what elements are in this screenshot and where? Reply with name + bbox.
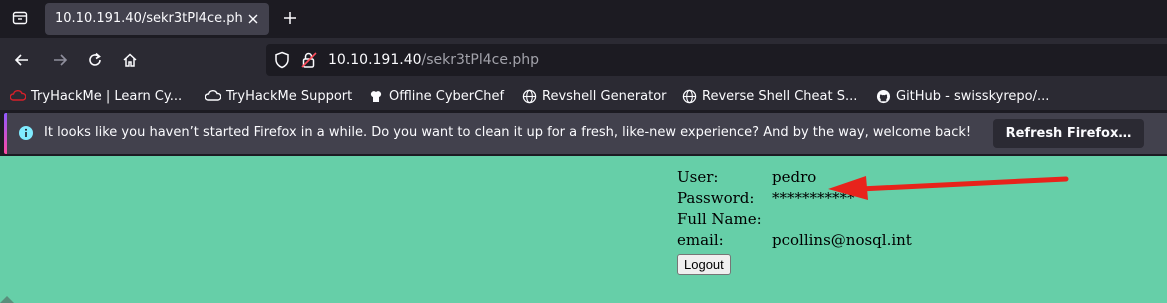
bookmark-label: TryHackMe | Learn Cy... [31,88,183,104]
close-icon[interactable] [245,11,261,27]
tab-title: 10.10.191.40/sekr3tPl4ce.php [55,11,243,26]
email-value: pcollins@nosql.int [772,231,912,249]
refresh-firefox-button[interactable]: Refresh Firefox… [993,119,1144,148]
navigation-bar: 10.10.191.40/sekr3tPl4ce.php [0,38,1167,82]
annotation-arrow-icon [828,176,1069,200]
info-icon [18,125,34,145]
bookmark-reverse-shell-cheat-sheet[interactable]: Reverse Shell Cheat S... [681,86,857,106]
new-tab-icon[interactable] [280,8,300,28]
globe-icon [521,88,537,104]
bookmark-label: GitHub - swisskyrepo/... [896,88,1050,104]
bookmark-label: Reverse Shell Cheat S... [702,88,858,104]
logout-button[interactable]: Logout [677,254,731,275]
tryhackme-icon [10,88,26,104]
fullname-label: Full Name: [677,210,762,228]
fullname-row: Full Name: [677,210,912,231]
page-content: User: pedro Password: *********** Full N… [0,156,1167,303]
chef-icon [368,88,384,104]
bookmark-tryhackme[interactable]: TryHackMe | Learn Cy... [10,86,182,106]
url-host: 10.10.191.40 [328,52,422,68]
bookmark-label: TryHackMe Support [226,88,353,104]
bookmark-cyberchef[interactable]: Offline CyberChef [368,86,504,106]
back-icon[interactable] [10,48,34,72]
bookmark-label: Revshell Generator [542,88,667,104]
url-text[interactable]: 10.10.191.40/sekr3tPl4ce.php [328,52,539,68]
home-icon[interactable] [118,48,142,72]
insecure-lock-icon[interactable] [300,51,318,73]
page-corner-decoration [0,296,14,303]
bookmark-tryhackme-support[interactable]: TryHackMe Support [205,86,352,106]
cloud-icon [205,88,221,104]
tab-list-icon[interactable] [8,6,32,30]
forward-icon[interactable] [48,48,72,72]
email-label: email: [677,231,724,249]
reload-icon[interactable] [83,48,107,72]
url-path: /sekr3tPl4ce.php [421,52,540,68]
bookmarks-toolbar: TryHackMe | Learn Cy... TryHackMe Suppor… [0,82,1167,110]
notification-text: It looks like you haven’t started Firefo… [44,125,972,140]
bookmark-label: Offline CyberChef [389,88,505,104]
user-label: User: [677,168,719,186]
shield-icon[interactable] [274,51,290,73]
globe-icon [681,88,697,104]
tab-strip: 10.10.191.40/sekr3tPl4ce.php [0,0,1167,38]
notification-accent [4,113,7,154]
tab-active[interactable]: 10.10.191.40/sekr3tPl4ce.php [45,3,269,35]
notification-bar: It looks like you haven’t started Firefo… [4,113,1167,154]
user-value: pedro [772,168,817,186]
password-label: Password: [677,189,755,207]
bookmark-github[interactable]: GitHub - swisskyrepo/... [875,86,1049,106]
github-icon [875,88,891,104]
bookmark-revshell-generator[interactable]: Revshell Generator [521,86,667,106]
url-bar[interactable]: 10.10.191.40/sekr3tPl4ce.php [266,44,1167,76]
email-row: email: pcollins@nosql.int [677,231,912,252]
